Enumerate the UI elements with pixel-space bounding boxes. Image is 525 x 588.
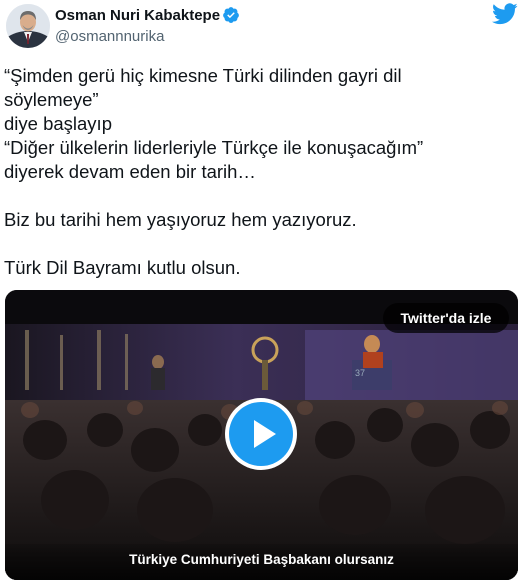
video-caption: Türkiye Cumhuriyeti Başbakanı olursanız: [129, 552, 394, 567]
watch-on-twitter-button[interactable]: Twitter'da izle: [383, 303, 509, 333]
tweet-line: Türk Dil Bayramı kutlu olsun.: [4, 257, 241, 278]
tweet-line: diyerek devam eden bir tarih…: [4, 161, 256, 182]
tweet-header: Osman Nuri Kabaktepe @osmannnurika: [0, 0, 525, 58]
tweet-line: “Diğer ülkelerin liderleriyle Türkçe ile…: [4, 137, 424, 158]
tweet-line: söylemeye”: [4, 89, 99, 110]
author-handle[interactable]: @osmannnurika: [55, 28, 164, 45]
tweet-text: “Şimden gerü hiç kimesne Türki dilinden …: [4, 64, 514, 280]
tweet-line: Biz bu tarihi hem yaşıyoruz hem yazıyoru…: [4, 209, 357, 230]
video-player[interactable]: 37 Twitter'da izle Türkiye Cumhuriyeti B…: [5, 290, 518, 580]
tweet-line: diye başlayıp: [4, 113, 112, 134]
verified-badge-icon: [223, 7, 239, 23]
avatar[interactable]: [6, 4, 50, 48]
tweet-line: “Şimden gerü hiç kimesne Türki dilinden …: [4, 65, 402, 86]
play-button[interactable]: [229, 402, 293, 466]
author-name[interactable]: Osman Nuri Kabaktepe: [55, 7, 220, 24]
twitter-bird-icon[interactable]: [492, 3, 518, 25]
tweet-card: Osman Nuri Kabaktepe @osmannnurika “Şimd…: [0, 0, 525, 588]
play-icon: [254, 420, 276, 448]
svg-text:37: 37: [355, 368, 365, 378]
